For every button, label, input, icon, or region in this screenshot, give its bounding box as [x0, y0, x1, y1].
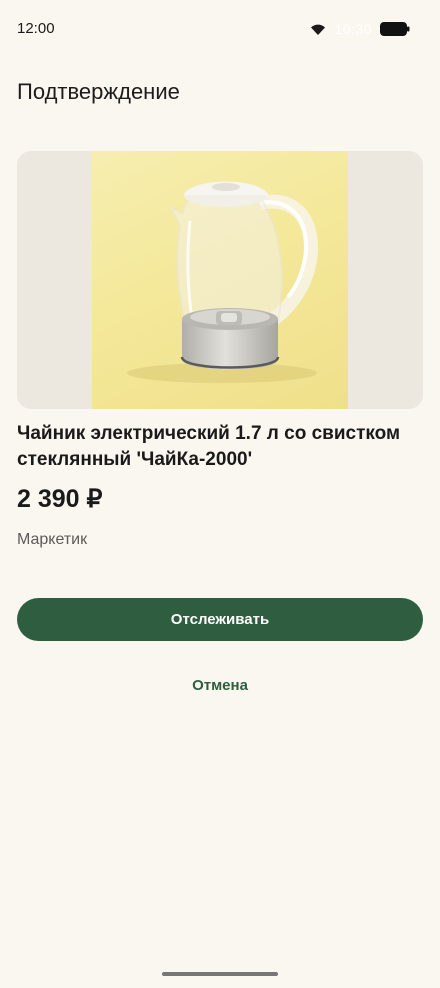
wifi-icon	[310, 23, 326, 36]
status-clock-overlay: 10:30	[334, 21, 372, 37]
kettle-illustration	[127, 181, 318, 383]
product-name: Чайник электрический 1.7 л со свистком с…	[17, 423, 401, 470]
product-image	[17, 151, 423, 409]
status-bar: 12:00 10:30	[0, 0, 440, 56]
seller-name: Маркетик	[17, 531, 88, 548]
status-time: 12:00	[17, 20, 55, 37]
cancel-button[interactable]: Отмена	[160, 668, 280, 702]
product-price: 2 390 ₽	[17, 485, 103, 513]
track-button[interactable]: Отслеживать	[17, 598, 423, 641]
home-indicator[interactable]	[162, 972, 278, 976]
page-title: Подтверждение	[17, 79, 180, 104]
status-icons: 10:30	[310, 21, 410, 37]
battery-icon	[380, 22, 410, 36]
